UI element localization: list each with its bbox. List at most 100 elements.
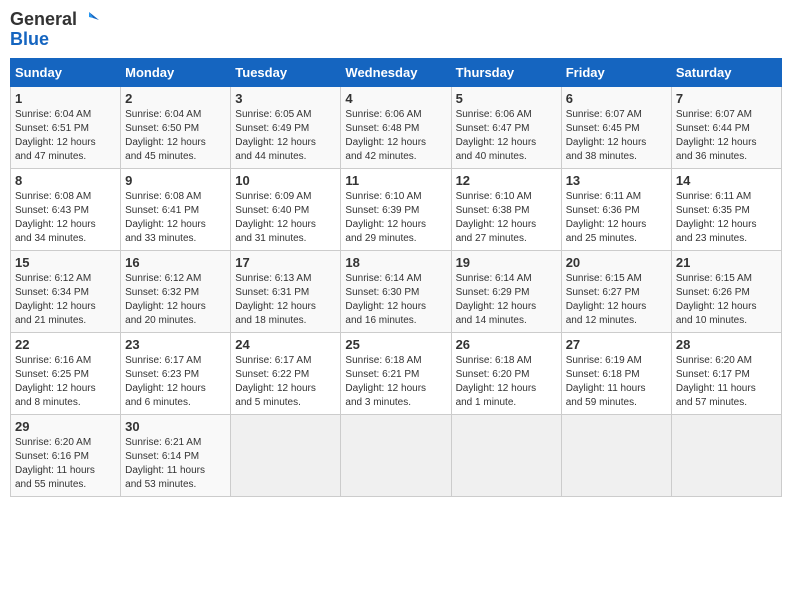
- day-number: 9: [125, 173, 226, 188]
- calendar-week-row: 8 Sunrise: 6:08 AM Sunset: 6:43 PM Daylig…: [11, 168, 782, 250]
- calendar-week-row: 1 Sunrise: 6:04 AM Sunset: 6:51 PM Daylig…: [11, 86, 782, 168]
- calendar-day-cell: 8 Sunrise: 6:08 AM Sunset: 6:43 PM Daylig…: [11, 168, 121, 250]
- day-content: Sunrise: 6:04 AM Sunset: 6:50 PM Dayligh…: [125, 108, 226, 164]
- calendar-day-cell: 17 Sunrise: 6:13 AM Sunset: 6:31 PM Dayli…: [231, 250, 341, 332]
- calendar-day-cell: 6 Sunrise: 6:07 AM Sunset: 6:45 PM Daylig…: [561, 86, 671, 168]
- day-content: Sunrise: 6:06 AM Sunset: 6:47 PM Dayligh…: [456, 108, 557, 164]
- calendar-day-cell: 20 Sunrise: 6:15 AM Sunset: 6:27 PM Dayli…: [561, 250, 671, 332]
- calendar-body: 1 Sunrise: 6:04 AM Sunset: 6:51 PM Daylig…: [11, 86, 782, 496]
- day-number: 6: [566, 91, 667, 106]
- calendar-week-row: 29 Sunrise: 6:20 AM Sunset: 6:16 PM Dayli…: [11, 414, 782, 496]
- day-number: 5: [456, 91, 557, 106]
- day-content: Sunrise: 6:04 AM Sunset: 6:51 PM Dayligh…: [15, 108, 116, 164]
- calendar-day-cell: [341, 414, 451, 496]
- calendar-day-cell: [561, 414, 671, 496]
- day-number: 8: [15, 173, 116, 188]
- calendar-day-cell: 23Sunrise: 6:17 AM Sunset: 6:23 PM Dayli…: [121, 332, 231, 414]
- day-number: 26: [456, 337, 557, 352]
- calendar-week-row: 22Sunrise: 6:16 AM Sunset: 6:25 PM Dayli…: [11, 332, 782, 414]
- calendar-table: SundayMondayTuesdayWednesdayThursdayFrid…: [10, 58, 782, 497]
- calendar-day-cell: 19 Sunrise: 6:14 AM Sunset: 6:29 PM Dayli…: [451, 250, 561, 332]
- calendar-day-cell: 4 Sunrise: 6:06 AM Sunset: 6:48 PM Daylig…: [341, 86, 451, 168]
- day-content: Sunrise: 6:12 AM Sunset: 6:32 PM Dayligh…: [125, 272, 226, 328]
- calendar-day-cell: 27 Sunrise: 6:19 AM Sunset: 6:18 PM Dayli…: [561, 332, 671, 414]
- day-number: 17: [235, 255, 336, 270]
- day-content: Sunrise: 6:12 AM Sunset: 6:34 PM Dayligh…: [15, 272, 116, 328]
- day-content: Sunrise: 6:17 AM Sunset: 6:22 PM Dayligh…: [235, 354, 336, 410]
- calendar-day-cell: [451, 414, 561, 496]
- calendar-day-cell: 18 Sunrise: 6:14 AM Sunset: 6:30 PM Dayli…: [341, 250, 451, 332]
- day-number: 23: [125, 337, 226, 352]
- calendar-day-cell: 26 Sunrise: 6:18 AM Sunset: 6:20 PM Dayli…: [451, 332, 561, 414]
- day-content: Sunrise: 6:08 AM Sunset: 6:43 PM Dayligh…: [15, 190, 116, 246]
- day-content: Sunrise: 6:20 AM Sunset: 6:17 PM Dayligh…: [676, 354, 777, 410]
- day-content: Sunrise: 6:07 AM Sunset: 6:45 PM Dayligh…: [566, 108, 667, 164]
- calendar-day-cell: 24 Sunrise: 6:17 AM Sunset: 6:22 PM Dayli…: [231, 332, 341, 414]
- day-content: Sunrise: 6:14 AM Sunset: 6:29 PM Dayligh…: [456, 272, 557, 328]
- calendar-day-cell: 9 Sunrise: 6:08 AM Sunset: 6:41 PM Daylig…: [121, 168, 231, 250]
- calendar-day-cell: 7 Sunrise: 6:07 AM Sunset: 6:44 PM Daylig…: [671, 86, 781, 168]
- day-number: 20: [566, 255, 667, 270]
- day-number: 18: [345, 255, 446, 270]
- calendar-day-cell: 21 Sunrise: 6:15 AM Sunset: 6:26 PM Dayli…: [671, 250, 781, 332]
- calendar-day-cell: 10 Sunrise: 6:09 AM Sunset: 6:40 PM Dayli…: [231, 168, 341, 250]
- calendar-day-cell: 28Sunrise: 6:20 AM Sunset: 6:17 PM Dayli…: [671, 332, 781, 414]
- calendar-day-cell: 25Sunrise: 6:18 AM Sunset: 6:21 PM Dayli…: [341, 332, 451, 414]
- day-content: Sunrise: 6:18 AM Sunset: 6:20 PM Dayligh…: [456, 354, 557, 410]
- day-content: Sunrise: 6:15 AM Sunset: 6:26 PM Dayligh…: [676, 272, 777, 328]
- calendar-day-cell: 30 Sunrise: 6:21 AM Sunset: 6:14 PM Dayli…: [121, 414, 231, 496]
- day-number: 3: [235, 91, 336, 106]
- day-number: 21: [676, 255, 777, 270]
- day-content: Sunrise: 6:20 AM Sunset: 6:16 PM Dayligh…: [15, 436, 116, 492]
- day-number: 27: [566, 337, 667, 352]
- day-content: Sunrise: 6:14 AM Sunset: 6:30 PM Dayligh…: [345, 272, 446, 328]
- day-number: 16: [125, 255, 226, 270]
- day-content: Sunrise: 6:06 AM Sunset: 6:48 PM Dayligh…: [345, 108, 446, 164]
- calendar-day-cell: 12 Sunrise: 6:10 AM Sunset: 6:38 PM Dayli…: [451, 168, 561, 250]
- calendar-day-cell: 22Sunrise: 6:16 AM Sunset: 6:25 PM Dayli…: [11, 332, 121, 414]
- day-content: Sunrise: 6:09 AM Sunset: 6:40 PM Dayligh…: [235, 190, 336, 246]
- logo: General Blue: [10, 10, 99, 50]
- day-number: 4: [345, 91, 446, 106]
- day-number: 22: [15, 337, 116, 352]
- day-number: 14: [676, 173, 777, 188]
- day-number: 10: [235, 173, 336, 188]
- day-number: 15: [15, 255, 116, 270]
- day-content: Sunrise: 6:11 AM Sunset: 6:35 PM Dayligh…: [676, 190, 777, 246]
- calendar-day-cell: 14 Sunrise: 6:11 AM Sunset: 6:35 PM Dayli…: [671, 168, 781, 250]
- calendar-day-cell: 13Sunrise: 6:11 AM Sunset: 6:36 PM Dayli…: [561, 168, 671, 250]
- day-content: Sunrise: 6:07 AM Sunset: 6:44 PM Dayligh…: [676, 108, 777, 164]
- day-content: Sunrise: 6:11 AM Sunset: 6:36 PM Dayligh…: [566, 190, 667, 246]
- day-content: Sunrise: 6:05 AM Sunset: 6:49 PM Dayligh…: [235, 108, 336, 164]
- weekday-header: Wednesday: [341, 58, 451, 86]
- day-content: Sunrise: 6:08 AM Sunset: 6:41 PM Dayligh…: [125, 190, 226, 246]
- day-content: Sunrise: 6:19 AM Sunset: 6:18 PM Dayligh…: [566, 354, 667, 410]
- day-content: Sunrise: 6:15 AM Sunset: 6:27 PM Dayligh…: [566, 272, 667, 328]
- page-header: General Blue: [10, 10, 782, 50]
- day-content: Sunrise: 6:21 AM Sunset: 6:14 PM Dayligh…: [125, 436, 226, 492]
- day-content: Sunrise: 6:13 AM Sunset: 6:31 PM Dayligh…: [235, 272, 336, 328]
- day-number: 19: [456, 255, 557, 270]
- day-number: 29: [15, 419, 116, 434]
- day-content: Sunrise: 6:10 AM Sunset: 6:38 PM Dayligh…: [456, 190, 557, 246]
- calendar-day-cell: 11 Sunrise: 6:10 AM Sunset: 6:39 PM Dayli…: [341, 168, 451, 250]
- day-number: 11: [345, 173, 446, 188]
- calendar-day-cell: 29 Sunrise: 6:20 AM Sunset: 6:16 PM Dayli…: [11, 414, 121, 496]
- weekday-header: Tuesday: [231, 58, 341, 86]
- calendar-day-cell: 5 Sunrise: 6:06 AM Sunset: 6:47 PM Daylig…: [451, 86, 561, 168]
- day-number: 12: [456, 173, 557, 188]
- day-number: 24: [235, 337, 336, 352]
- logo-text-blue: Blue: [10, 30, 49, 50]
- day-number: 1: [15, 91, 116, 106]
- day-content: Sunrise: 6:10 AM Sunset: 6:39 PM Dayligh…: [345, 190, 446, 246]
- weekday-header: Sunday: [11, 58, 121, 86]
- weekday-header: Thursday: [451, 58, 561, 86]
- calendar-day-cell: 1 Sunrise: 6:04 AM Sunset: 6:51 PM Daylig…: [11, 86, 121, 168]
- day-number: 2: [125, 91, 226, 106]
- calendar-day-cell: 2 Sunrise: 6:04 AM Sunset: 6:50 PM Daylig…: [121, 86, 231, 168]
- calendar-day-cell: [231, 414, 341, 496]
- weekday-header: Monday: [121, 58, 231, 86]
- logo-text-general: General: [10, 10, 77, 30]
- day-number: 7: [676, 91, 777, 106]
- day-number: 30: [125, 419, 226, 434]
